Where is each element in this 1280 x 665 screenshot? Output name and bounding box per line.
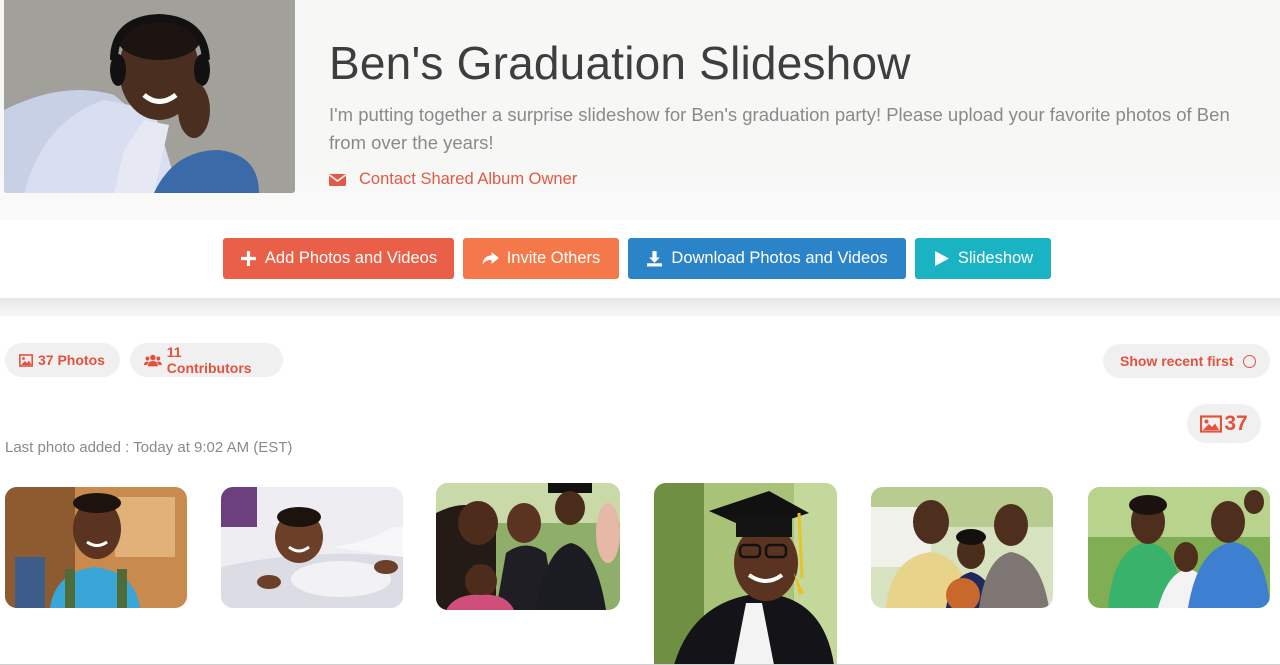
last-photo-added: Last photo added : Today at 9:02 AM (EST… <box>5 439 293 456</box>
add-photos-button[interactable]: Add Photos and Videos <box>223 238 454 279</box>
photo-count-badge: 37 <box>1187 404 1261 443</box>
download-button[interactable]: Download Photos and Videos <box>628 238 906 279</box>
album-header: Ben's Graduation Slideshow I'm putting t… <box>0 0 1280 220</box>
photo-thumbnail[interactable] <box>5 487 187 608</box>
plus-icon <box>240 251 256 266</box>
add-photos-label: Add Photos and Videos <box>264 249 438 267</box>
slideshow-button[interactable]: Slideshow <box>915 238 1051 279</box>
contributors-label: 11 Contributors <box>166 344 252 376</box>
album-cover-photo <box>4 0 295 193</box>
photo-thumbnail[interactable] <box>1088 487 1270 608</box>
download-label: Download Photos and Videos <box>671 249 888 267</box>
slideshow-label: Slideshow <box>957 249 1034 267</box>
action-bar: Add Photos and Videos Invite Others Down… <box>0 220 1280 298</box>
contact-owner-link[interactable]: Contact Shared Album Owner <box>329 170 577 189</box>
photos-count-label: 37 Photos <box>38 352 105 368</box>
photo-thumbnail[interactable] <box>436 483 620 610</box>
section-divider <box>0 298 1280 316</box>
radio-unchecked-icon[interactable] <box>1242 354 1256 368</box>
photo-thumbnail[interactable] <box>654 483 837 665</box>
album-title: Ben's Graduation Slideshow <box>329 37 911 89</box>
download-icon <box>647 251 663 267</box>
photo-thumbnail[interactable] <box>871 487 1053 608</box>
photo-thumbnail[interactable] <box>221 487 403 608</box>
album-description: I'm putting together a surprise slidesho… <box>329 104 1230 153</box>
image-icon <box>1200 414 1223 433</box>
photos-count-pill[interactable]: 37 Photos <box>5 343 120 377</box>
contact-owner-label: Contact Shared Album Owner <box>359 170 578 188</box>
contributors-pill[interactable]: 11 Contributors <box>130 343 283 377</box>
sort-recent-label: Show recent first <box>1120 353 1234 369</box>
invite-others-button[interactable]: Invite Others <box>463 238 619 279</box>
envelope-icon <box>329 173 346 186</box>
image-icon <box>19 353 33 367</box>
photo-count-value: 37 <box>1224 411 1248 435</box>
invite-others-label: Invite Others <box>506 249 601 267</box>
sort-recent-toggle[interactable]: Show recent first <box>1103 344 1270 378</box>
share-arrow-icon <box>482 252 499 265</box>
play-icon <box>935 251 949 266</box>
users-icon <box>144 354 162 366</box>
